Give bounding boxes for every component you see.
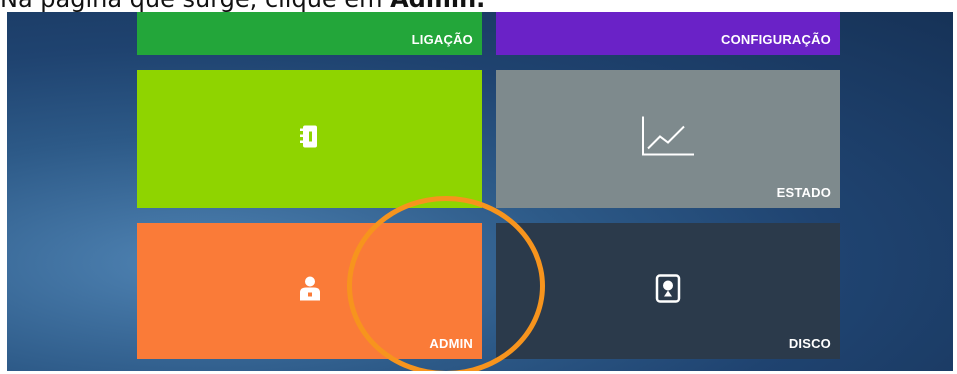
line-chart-icon bbox=[640, 115, 696, 164]
user-icon bbox=[298, 276, 322, 307]
tile-disco-label: DISCO bbox=[788, 336, 831, 351]
notebook-icon bbox=[299, 124, 321, 155]
tile-notebook[interactable] bbox=[137, 70, 482, 208]
tile-disco[interactable]: DISCO bbox=[496, 223, 840, 359]
router-dashboard: LIGAÇÃO CONFIGURAÇÃO ESTADO ADMIN DISCO bbox=[7, 12, 953, 371]
highlight-circle bbox=[347, 196, 545, 371]
tile-configuracao-label: CONFIGURAÇÃO bbox=[720, 32, 831, 47]
tile-estado-label: ESTADO bbox=[776, 185, 831, 200]
tile-estado[interactable]: ESTADO bbox=[496, 70, 840, 208]
tile-ligacao[interactable]: LIGAÇÃO bbox=[137, 12, 482, 55]
tile-configuracao[interactable]: CONFIGURAÇÃO bbox=[496, 12, 840, 55]
instruction-caption: Na página que surge, clique em Admin. bbox=[0, 0, 957, 12]
caption-bold: Admin. bbox=[390, 0, 485, 12]
caption-text: Na página que surge, clique em bbox=[0, 0, 390, 12]
disk-icon bbox=[655, 274, 681, 309]
tile-ligacao-label: LIGAÇÃO bbox=[411, 32, 473, 47]
